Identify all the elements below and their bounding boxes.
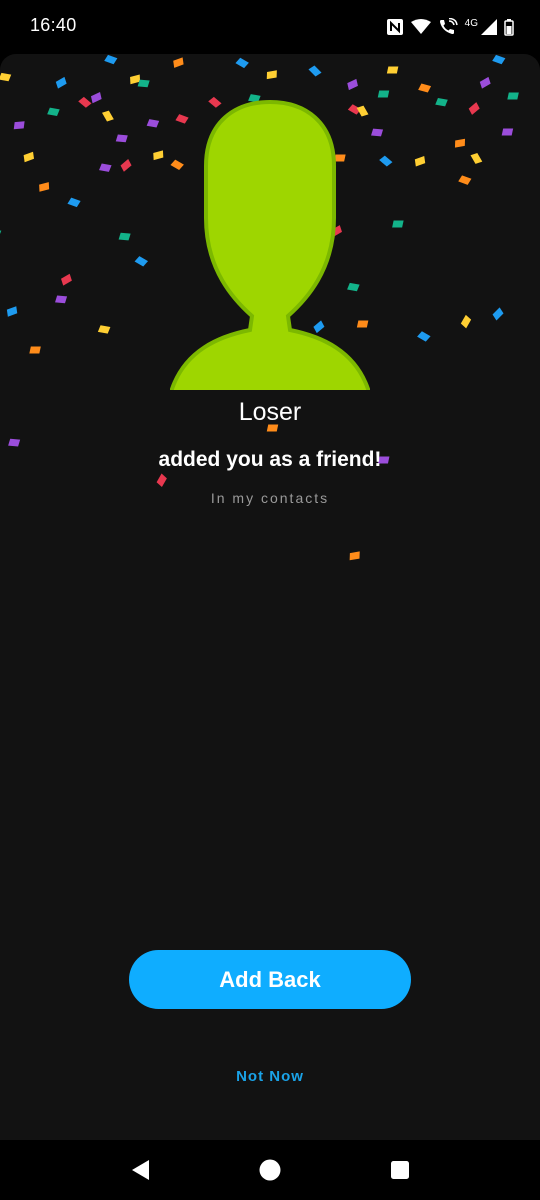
status-icons: 4G bbox=[386, 14, 514, 40]
confetti-piece bbox=[134, 256, 149, 267]
friend-name: Loser bbox=[238, 398, 302, 426]
confetti-piece bbox=[479, 76, 491, 89]
confetti-piece bbox=[173, 57, 184, 68]
navigation-bar bbox=[0, 1140, 540, 1200]
confetti-piece bbox=[102, 110, 114, 122]
friend-added-card: Loser added you as a friend! In my conta… bbox=[0, 54, 540, 1140]
confetti-piece bbox=[492, 54, 506, 65]
confetti-piece bbox=[104, 54, 118, 65]
confetti-piece bbox=[153, 150, 164, 161]
confetti-piece bbox=[115, 134, 128, 143]
confetti-piece bbox=[386, 66, 399, 74]
confetti-piece bbox=[377, 90, 390, 98]
confetti-piece bbox=[235, 57, 249, 69]
confetti-piece bbox=[347, 78, 358, 91]
confetti-piece bbox=[78, 96, 92, 108]
confetti-piece bbox=[414, 156, 426, 167]
nfc-icon bbox=[386, 18, 404, 36]
confetti-piece bbox=[454, 138, 466, 148]
confetti-piece bbox=[67, 197, 81, 208]
confetti-piece bbox=[118, 232, 131, 241]
confetti-piece bbox=[8, 438, 21, 447]
confetti-piece bbox=[371, 128, 384, 137]
confetti-piece bbox=[130, 74, 141, 85]
confetti-piece bbox=[470, 153, 483, 164]
screen: 16:40 4G Loser added you as a friend! In… bbox=[0, 0, 540, 1200]
back-icon[interactable] bbox=[126, 1156, 154, 1184]
recents-icon[interactable] bbox=[386, 1156, 414, 1184]
confetti-piece bbox=[6, 306, 18, 317]
network-type-label: 4G bbox=[464, 18, 478, 29]
confetti-piece bbox=[458, 175, 472, 185]
home-icon[interactable] bbox=[256, 1156, 284, 1184]
confetti-piece bbox=[13, 121, 25, 130]
confetti-piece bbox=[156, 473, 167, 487]
confetti-piece bbox=[266, 70, 277, 80]
confetti-piece bbox=[417, 331, 431, 342]
wifi-icon bbox=[410, 19, 431, 35]
confetti-piece bbox=[61, 273, 72, 286]
confetti-piece bbox=[99, 163, 112, 172]
confetti-piece bbox=[55, 295, 68, 304]
confetti-piece bbox=[0, 228, 2, 238]
confetti-piece bbox=[29, 346, 41, 354]
confetti-piece bbox=[460, 314, 472, 329]
status-time: 16:40 bbox=[30, 15, 77, 35]
confetti-piece bbox=[435, 97, 448, 107]
confetti-piece bbox=[23, 151, 35, 163]
confetti-piece bbox=[120, 159, 132, 172]
confetti-piece bbox=[39, 182, 50, 192]
confetti-piece bbox=[146, 119, 160, 128]
confetti-piece bbox=[392, 220, 404, 228]
status-bar: 16:40 4G bbox=[0, 0, 540, 54]
friend-source-label: In my contacts bbox=[210, 490, 330, 506]
confetti-piece bbox=[308, 65, 322, 77]
confetti-piece bbox=[97, 325, 111, 334]
add-back-button[interactable]: Add Back bbox=[129, 950, 411, 1009]
wifi-calling-icon bbox=[438, 18, 458, 36]
confetti-piece bbox=[468, 102, 480, 115]
confetti-piece bbox=[0, 72, 12, 82]
confetti-piece bbox=[492, 307, 504, 321]
not-now-button[interactable]: Not Now bbox=[195, 1062, 345, 1090]
friend-added-message: added you as a friend! bbox=[158, 448, 382, 471]
confetti-piece bbox=[507, 92, 519, 100]
confetti-piece bbox=[418, 83, 432, 93]
confetti-piece bbox=[349, 551, 360, 561]
cell-signal-icon bbox=[481, 19, 497, 35]
confetti-piece bbox=[137, 79, 150, 88]
confetti-piece bbox=[47, 107, 60, 116]
confetti-piece bbox=[379, 155, 393, 167]
confetti-piece bbox=[90, 91, 102, 104]
user-silhouette-icon bbox=[170, 100, 370, 390]
confetti-piece bbox=[55, 76, 67, 89]
battery-icon bbox=[504, 18, 514, 36]
confetti-piece bbox=[501, 128, 514, 136]
